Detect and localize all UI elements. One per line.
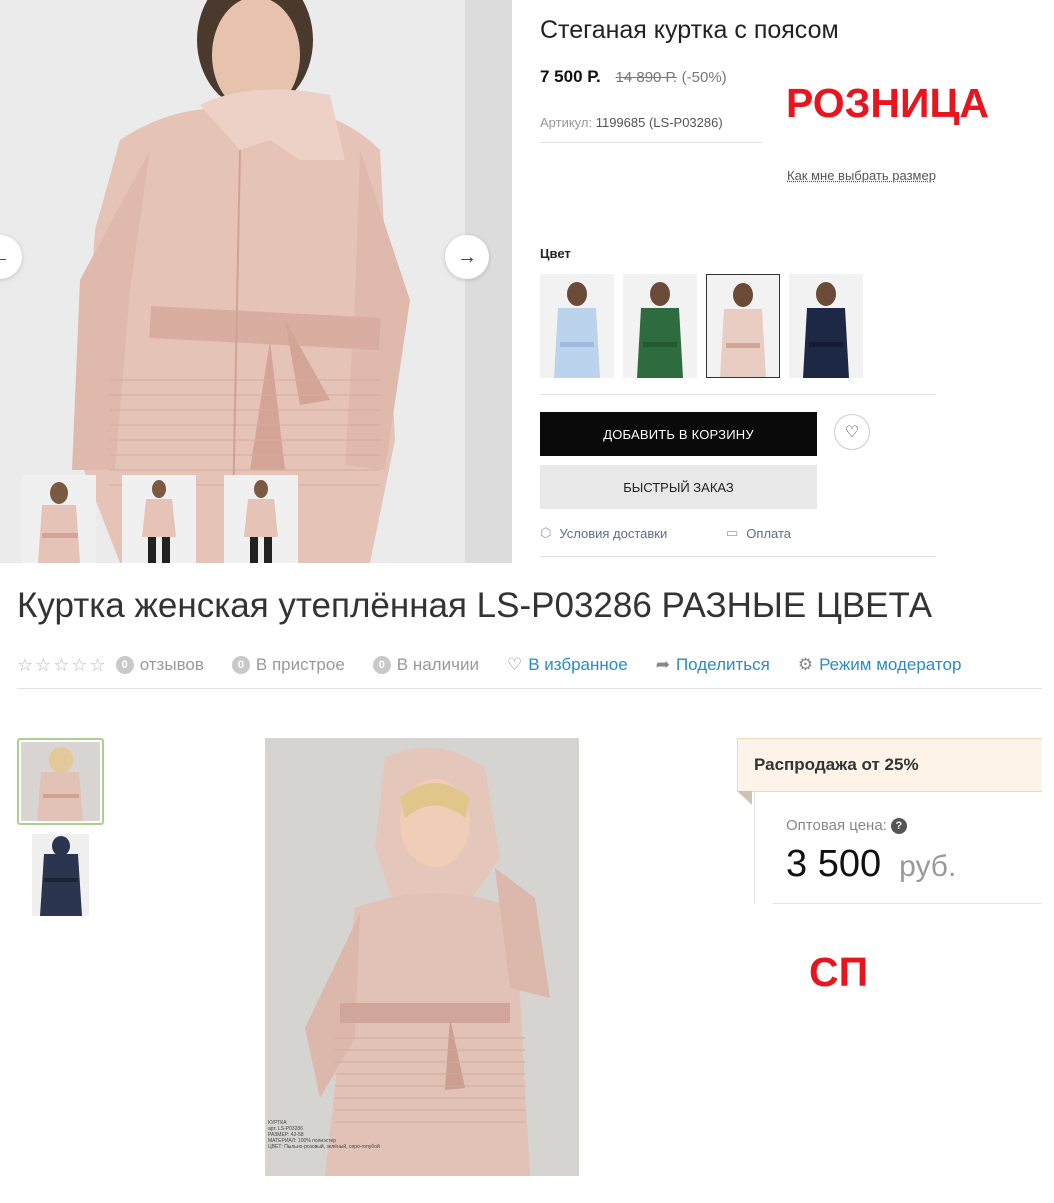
heart-icon: ♡: [844, 424, 860, 441]
reviews-count-badge: 0: [115, 656, 134, 674]
product-meta-bar: ☆☆☆☆☆ 0 отзывов 0 В пристрое 0 В наличии…: [17, 653, 989, 677]
quick-order-button[interactable]: БЫСТРЫЙ ЗАКАЗ: [540, 465, 817, 509]
moderator-mode-link[interactable]: ⚙ Режим модератор: [798, 655, 962, 675]
thumbnail-image: [21, 742, 100, 821]
divider: [17, 688, 1042, 689]
old-price: 14 890 Р.: [615, 69, 677, 86]
thumbnail-image: [32, 834, 89, 916]
arrow-left-icon: ←: [0, 245, 10, 268]
color-swatch-green[interactable]: [623, 274, 697, 378]
photo-caption: КУРТКА арт. LS-P03286 РАЗМЕР: 42-58 МАТЕ…: [268, 1120, 380, 1150]
retail-stamp: РОЗНИЦА: [786, 80, 990, 126]
payment-label: Оплата: [746, 525, 792, 541]
swatch-image: [707, 275, 779, 377]
moderator-label: Режим модератор: [819, 655, 962, 674]
gallery-thumbnail[interactable]: [17, 832, 104, 918]
discount-percent: (-50%): [681, 69, 727, 86]
thumbnail-image: [224, 475, 298, 563]
product-main-photo: ← →: [0, 0, 512, 563]
wholesale-product-title: Куртка женская утеплённая LS-P03286 РАЗН…: [17, 586, 933, 625]
color-swatch-pink[interactable]: [706, 274, 780, 378]
thumbnail-image: [122, 475, 196, 563]
price-value: 3 500: [786, 843, 882, 885]
swatch-image: [540, 274, 614, 378]
wholesale-main-photo: [265, 738, 579, 1176]
swatch-image: [789, 274, 863, 378]
woman-hooded-jacket-photo: [265, 738, 579, 1176]
gallery-thumbnail-selected[interactable]: [17, 738, 104, 825]
divider: [773, 903, 1042, 904]
pending-status: 0 В пристрое: [231, 655, 345, 675]
sku: Артикул: 1199685 (LS-P03286): [540, 115, 723, 130]
divider: [540, 394, 936, 395]
price-row: 7 500 Р. 14 890 Р. (-50%): [540, 67, 727, 87]
reviews-label: отзывов: [139, 655, 204, 674]
favorites-label: В избранное: [528, 655, 628, 674]
share-label: Поделиться: [675, 655, 770, 674]
divider: [540, 556, 936, 557]
share-link[interactable]: ➦ Поделиться: [656, 655, 770, 675]
help-icon[interactable]: ?: [890, 817, 907, 834]
color-swatch-navy[interactable]: [789, 274, 863, 378]
currency: руб.: [899, 850, 957, 883]
wallet-icon: ▭: [726, 525, 739, 540]
product-title: Стеганая куртка с поясом: [540, 16, 839, 44]
sku-label: Артикул:: [540, 115, 593, 130]
arrow-right-icon: →: [457, 245, 477, 268]
add-to-cart-button[interactable]: ДОБАВИТЬ В КОРЗИНУ: [540, 412, 817, 456]
delivery-terms-label: Условия доставки: [559, 525, 668, 541]
sale-banner: Распродажа от 25%: [737, 738, 1042, 792]
box-icon: ⬡: [540, 525, 552, 540]
size-guide-link[interactable]: Как мне выбрать размер: [787, 168, 936, 183]
color-label: Цвет: [540, 246, 571, 261]
rating-stars[interactable]: ☆☆☆☆☆: [17, 655, 108, 676]
pending-count-badge: 0: [231, 656, 250, 674]
add-to-favorites-link[interactable]: ♡ В избранное: [507, 655, 628, 675]
sp-stamp: СП: [809, 949, 869, 995]
stock-label: В наличии: [396, 655, 479, 674]
gallery-thumbnail[interactable]: [22, 475, 96, 563]
payment-link[interactable]: ▭ Оплата: [726, 525, 791, 541]
heart-icon: ♡: [506, 655, 523, 674]
wholesale-price: 3 500 руб.: [786, 843, 956, 886]
add-to-favorites-button[interactable]: ♡: [834, 414, 870, 450]
share-icon: ➦: [655, 655, 670, 674]
color-swatch-light-blue[interactable]: [540, 274, 614, 378]
wholesale-price-label: Оптовая цена: ?: [786, 817, 907, 834]
swatch-image: [623, 274, 697, 378]
stock-status: 0 В наличии: [372, 655, 479, 675]
delivery-terms-link[interactable]: ⬡ Условия доставки: [540, 525, 667, 541]
current-price: 7 500 Р.: [540, 67, 601, 86]
stock-count-badge: 0: [372, 656, 391, 674]
next-image-button[interactable]: →: [445, 235, 489, 279]
banner-fold: [737, 791, 752, 805]
pending-label: В пристрое: [255, 655, 345, 674]
caption-line: ЦВЕТ: Пыльно-розовый, зелёный, серо-голу…: [268, 1144, 380, 1150]
gallery-thumbnail[interactable]: [122, 475, 196, 563]
sku-value: 1199685 (LS-P03286): [595, 115, 723, 130]
gallery-thumbnail[interactable]: [224, 475, 298, 563]
thumbnail-image: [22, 475, 96, 563]
wholesale-label-text: Оптовая цена:: [786, 817, 887, 834]
divider: [540, 142, 762, 143]
gear-icon: ⚙: [797, 655, 814, 674]
reviews[interactable]: ☆☆☆☆☆ 0 отзывов: [17, 655, 204, 676]
